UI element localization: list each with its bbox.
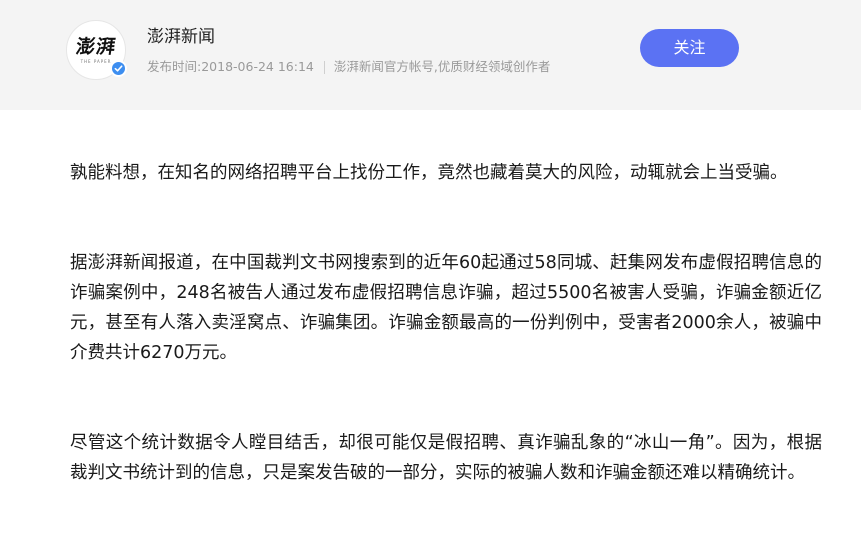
article-body: 孰能料想，在知名的网络招聘平台上找份工作，竟然也藏着莫大的风险，动辄就会上当受骗…: [70, 158, 822, 548]
author-description: 澎湃新闻官方帐号,优质财经领域创作者: [333, 59, 551, 74]
meta-divider: [323, 60, 325, 74]
article-paragraph-2: 据澎湃新闻报道，在中国裁判文书网搜索到的近年60起通过58同城、赶集网发布虚假招…: [70, 253, 822, 363]
avatar-logo-subtext: THE PAPER: [80, 59, 112, 64]
publish-label: 发布时间:: [147, 59, 202, 74]
author-header: 澎湃 THE PAPER 澎湃新闻 发布时间: 2018-06-24 16:14…: [0, 0, 861, 110]
avatar-logo-text: 澎湃: [74, 36, 118, 58]
verified-badge-icon: [110, 60, 127, 77]
article-paragraph-3: 尽管这个统计数据令人瞠目结舌，却很可能仅是假招聘、真诈骗乱象的“冰山一角”。因为…: [70, 433, 822, 483]
author-name[interactable]: 澎湃新闻: [147, 26, 215, 48]
article-paragraph-1: 孰能料想，在知名的网络招聘平台上找份工作，竟然也藏着莫大的风险，动辄就会上当受骗…: [70, 163, 788, 183]
publish-time: 2018-06-24 16:14: [201, 59, 314, 74]
author-meta: 发布时间: 2018-06-24 16:14 澎湃新闻官方帐号,优质财经领域创作…: [147, 58, 550, 76]
follow-button[interactable]: 关注: [640, 29, 739, 67]
